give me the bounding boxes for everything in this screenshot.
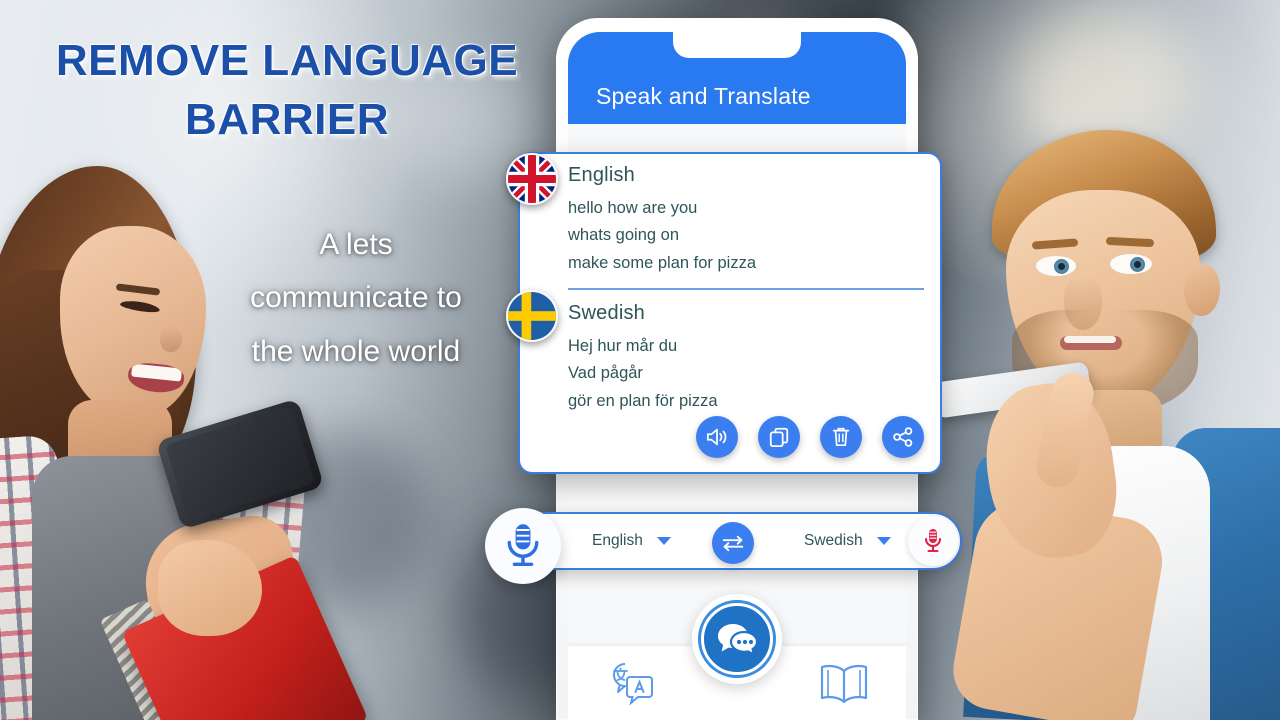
source-line-1: hello how are you xyxy=(568,199,698,217)
record-source-button[interactable] xyxy=(485,508,561,584)
promo-subheadline: A lets communicate to the whole world xyxy=(196,218,516,378)
uk-flag-icon xyxy=(506,153,558,205)
uk-flag-graphic xyxy=(508,155,556,203)
target-line-1: Hej hur mår du xyxy=(568,337,678,355)
sweden-flag-graphic xyxy=(508,292,556,340)
microphone-icon xyxy=(507,524,539,566)
microphone-record-icon xyxy=(924,529,942,553)
target-language-label: Swedish xyxy=(804,532,863,549)
copy-icon xyxy=(769,427,789,448)
headline-line-2: BARRIER xyxy=(185,94,389,144)
translation-card: English hello how are you whats going on… xyxy=(506,152,942,474)
phone-notch xyxy=(673,32,801,58)
subheadline-line-3: the whole world xyxy=(251,334,461,368)
source-language-label: English xyxy=(592,532,643,549)
swap-arrows-icon xyxy=(722,535,744,552)
source-language-dropdown[interactable]: English xyxy=(592,532,671,550)
card-divider xyxy=(568,288,924,290)
share-icon xyxy=(893,427,913,447)
speaker-icon xyxy=(706,428,727,446)
nav-conversation-button[interactable] xyxy=(692,594,782,684)
source-language-name: English xyxy=(568,164,635,186)
man-photo xyxy=(932,128,1280,720)
language-selector-bar: English Swedish xyxy=(514,512,962,570)
promo-banner: REMOVE LANGUAGE BARRIER A lets communica… xyxy=(0,0,1280,720)
copy-button[interactable] xyxy=(758,416,800,458)
chevron-down-icon xyxy=(656,537,671,545)
book-icon xyxy=(820,664,868,704)
target-language-dropdown[interactable]: Swedish xyxy=(804,532,891,550)
app-title: Speak and Translate xyxy=(596,83,811,109)
fab-inner xyxy=(701,603,773,675)
nav-dictionary-button[interactable] xyxy=(816,658,872,708)
trash-icon xyxy=(832,427,850,447)
share-button[interactable] xyxy=(882,416,924,458)
swap-languages-button[interactable] xyxy=(712,522,754,564)
speak-button[interactable] xyxy=(696,416,738,458)
subheadline-line-1: A lets xyxy=(319,228,393,261)
chevron-down-icon xyxy=(876,537,891,545)
target-line-2: Vad pågår xyxy=(568,364,643,383)
chat-bubbles-icon xyxy=(718,624,759,657)
card-action-row xyxy=(696,416,924,458)
nav-translate-button[interactable] xyxy=(602,658,658,708)
source-line-2: whats going on xyxy=(568,226,679,245)
target-language-name: Swedish xyxy=(568,302,645,324)
source-text: hello how are you whats going on make so… xyxy=(568,195,924,277)
target-language-block: Swedish Hej hur mår du Vad pågår gör en … xyxy=(568,302,924,415)
headline-line-1: REMOVE LANGUAGE xyxy=(55,36,519,85)
target-text: Hej hur mår du Vad pågår gör en plan för… xyxy=(568,333,924,415)
source-language-block: English hello how are you whats going on… xyxy=(568,164,924,277)
record-target-button[interactable] xyxy=(908,516,958,566)
app-header: Speak and Translate xyxy=(568,32,906,124)
translate-icon xyxy=(613,663,653,705)
subheadline-line-2: communicate to xyxy=(250,281,462,315)
target-line-3: gör en plan för pizza xyxy=(568,391,718,410)
promo-headline: REMOVE LANGUAGE BARRIER xyxy=(22,32,552,150)
sweden-flag-icon xyxy=(506,290,558,342)
delete-button[interactable] xyxy=(820,416,862,458)
source-line-3: make some plan for pizza xyxy=(568,253,757,272)
